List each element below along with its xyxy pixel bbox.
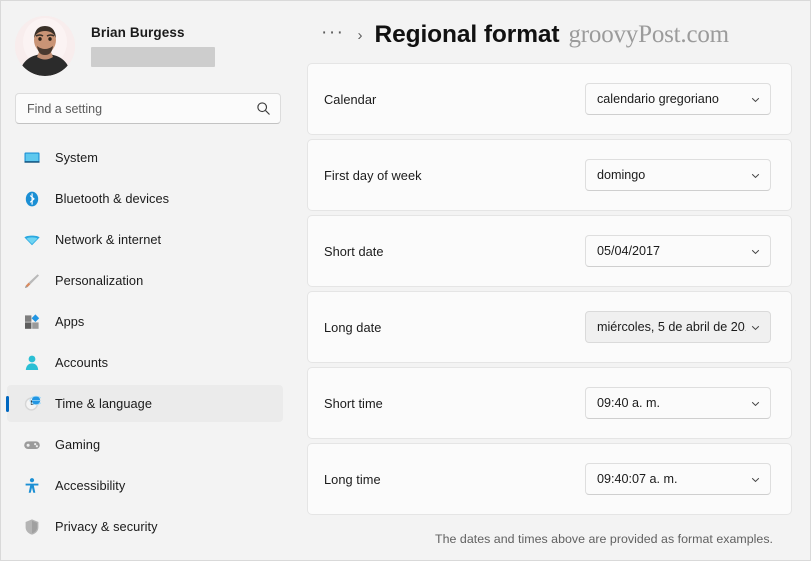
dropdown-value: 09:40 a. m. [597,396,661,410]
sidebar-item-label: Personalization [55,273,144,288]
sidebar-item-bluetooth-devices[interactable]: Bluetooth & devices [7,180,283,217]
paintbrush-icon [23,272,41,290]
sidebar-item-label: Apps [55,314,85,329]
dropdown-value: 09:40:07 a. m. [597,472,678,486]
sidebar-item-time-language[interactable]: Time & language [7,385,283,422]
sidebar: Brian Burgess Sys [1,1,297,560]
short-time-dropdown[interactable]: 09:40 a. m. [585,387,771,419]
sidebar-item-label: Accounts [55,355,109,370]
main-content: ··· › Regional format groovyPost.com Cal… [297,1,810,560]
sidebar-item-label: System [55,150,98,165]
search-input[interactable] [27,101,256,116]
wifi-icon [23,231,41,249]
person-icon [23,354,41,372]
sidebar-item-accounts[interactable]: Accounts [7,344,283,381]
calendar-dropdown[interactable]: calendario gregoriano [585,83,771,115]
profile-name: Brian Burgess [91,25,185,40]
sidebar-item-apps[interactable]: Apps [7,303,283,340]
page-title: Regional format [374,21,560,48]
format-examples-note: The dates and times above are provided a… [435,532,773,546]
sidebar-item-accessibility[interactable]: Accessibility [7,467,283,504]
long-date-dropdown[interactable]: miércoles, 5 de abril de 2017 [585,311,771,343]
setting-row-long-date: Long date miércoles, 5 de abril de 2017 [307,291,792,363]
setting-row-short-time: Short time 09:40 a. m. [307,367,792,439]
chevron-down-icon [750,94,761,105]
gamepad-icon [23,436,41,454]
watermark: groovyPost.com [568,21,729,48]
settings-window: Brian Burgess Sys [0,0,811,561]
setting-row-calendar: Calendar calendario gregoriano [307,63,792,135]
dropdown-value: calendario gregoriano [597,92,719,106]
sidebar-item-label: Privacy & security [55,519,158,534]
system-monitor-icon [23,149,41,167]
clock-globe-icon [23,395,41,413]
setting-row-short-date: Short date 05/04/2017 [307,215,792,287]
sidebar-item-personalization[interactable]: Personalization [7,262,283,299]
breadcrumb-overflow-button[interactable]: ··· [321,23,344,42]
chevron-down-icon [750,474,761,485]
setting-label: Long date [324,319,382,335]
breadcrumb-separator-icon: › [357,27,363,44]
sidebar-item-label: Time & language [55,396,153,411]
sidebar-item-label: Bluetooth & devices [55,191,170,206]
sidebar-item-system[interactable]: System [7,139,283,176]
sidebar-nav: System Bluetooth & devices Network & int… [1,139,297,545]
apps-grid-icon [23,313,41,331]
dropdown-value: domingo [597,168,646,182]
setting-label: Long time [324,471,381,487]
shield-icon [23,518,41,536]
setting-row-long-time: Long time 09:40:07 a. m. [307,443,792,515]
profile-email-redacted [91,47,215,67]
dropdown-value: miércoles, 5 de abril de 2017 [597,320,746,334]
page-header: ··· › Regional format groovyPost.com [297,1,810,63]
sidebar-item-label: Network & internet [55,232,162,247]
search-box[interactable] [15,93,281,124]
sidebar-item-privacy-security[interactable]: Privacy & security [7,508,283,545]
settings-list: Calendar calendario gregoriano First day… [297,63,810,546]
setting-label: Short time [324,395,383,411]
search-icon [256,101,271,116]
bluetooth-icon [23,190,41,208]
user-profile[interactable]: Brian Burgess [1,1,297,77]
dropdown-value: 05/04/2017 [597,244,661,258]
setting-row-first-day-of-week: First day of week domingo [307,139,792,211]
sidebar-item-network-internet[interactable]: Network & internet [7,221,283,258]
chevron-down-icon [750,398,761,409]
setting-label: First day of week [324,167,422,183]
avatar [15,16,75,76]
chevron-down-icon [750,170,761,181]
setting-label: Calendar [324,91,377,107]
chevron-down-icon [750,246,761,257]
sidebar-item-gaming[interactable]: Gaming [7,426,283,463]
short-date-dropdown[interactable]: 05/04/2017 [585,235,771,267]
chevron-down-icon [750,322,761,333]
sidebar-item-label: Accessibility [55,478,126,493]
accessibility-icon [23,477,41,495]
sidebar-item-label: Gaming [55,437,101,452]
first-day-of-week-dropdown[interactable]: domingo [585,159,771,191]
setting-label: Short date [324,243,384,259]
long-time-dropdown[interactable]: 09:40:07 a. m. [585,463,771,495]
profile-text: Brian Burgess [91,25,215,67]
